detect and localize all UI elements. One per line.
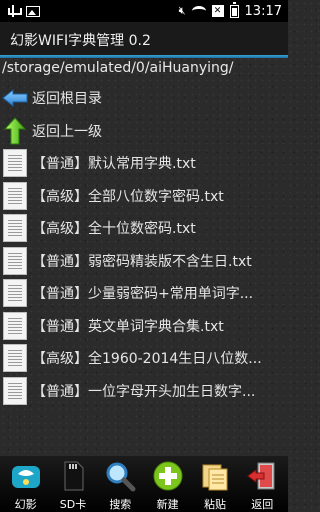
toolbar-back-label: 返回: [251, 498, 274, 511]
file-item[interactable]: 【普通】弱密码精装版不含生日.txt: [0, 245, 288, 278]
current-path: /storage/emulated/0/aiHuanying/: [2, 60, 234, 76]
text-file-icon: [0, 311, 30, 341]
file-item[interactable]: 【高级】全1960-2014生日八位数...: [0, 342, 288, 375]
file-name: 【普通】弱密码精装版不含生日.txt: [32, 253, 252, 270]
toolbar-app-button[interactable]: 幻影: [2, 456, 49, 512]
wifi-icon: [191, 6, 206, 16]
toolbar-new-label: 新建: [156, 498, 179, 511]
no-sim-icon: ✕: [211, 5, 224, 17]
file-name: 【普通】默认常用字典.txt: [32, 156, 196, 173]
text-file-icon: [0, 278, 30, 308]
app-icon: [9, 459, 43, 493]
toolbar-new-button[interactable]: 新建: [144, 456, 191, 512]
toolbar-paste-label: 粘贴: [203, 498, 226, 511]
sdcard-icon: [56, 459, 90, 493]
file-item[interactable]: 【普通】少量弱密码+常用单词字...: [0, 277, 288, 310]
battery-icon: [229, 1, 239, 18]
file-name: 【普通】少量弱密码+常用单词字...: [32, 286, 254, 303]
add-icon: [151, 459, 185, 493]
file-item[interactable]: 【高级】全部八位数字密码.txt: [0, 180, 288, 213]
text-file-icon: [0, 343, 30, 373]
toolbar-app-label: 幻影: [14, 498, 37, 511]
app-title: 幻影WIFI字典管理 0.2: [10, 33, 151, 49]
image-notification-icon: [26, 5, 40, 17]
file-list: 返回根目录 返回上一级 【普通】默认常用字典.txt 【高级】全部八位数字密码.…: [0, 82, 288, 407]
text-file-icon: [0, 246, 30, 276]
nav-root[interactable]: 返回根目录: [0, 82, 288, 115]
title-bar: 幻影WIFI字典管理 0.2: [0, 22, 288, 58]
text-file-icon: [0, 148, 30, 178]
file-item[interactable]: 【普通】默认常用字典.txt: [0, 147, 288, 180]
file-name: 【普通】英文单词字典合集.txt: [32, 318, 224, 335]
text-file-icon: [0, 376, 30, 406]
status-bar: 🔇︎ ✕ 13:17: [0, 0, 288, 22]
file-item[interactable]: 【普通】英文单词字典合集.txt: [0, 310, 288, 343]
file-name: 【高级】全十位数密码.txt: [32, 221, 196, 238]
file-name: 【高级】全1960-2014生日八位数...: [32, 351, 262, 368]
file-item[interactable]: 【普通】一位字母开头加生日数字...: [0, 375, 288, 408]
nav-root-label: 返回根目录: [32, 91, 102, 108]
text-file-icon: [0, 213, 30, 243]
exit-icon: [245, 459, 279, 493]
file-item[interactable]: 【高级】全十位数密码.txt: [0, 212, 288, 245]
toolbar-sdcard-label: SD卡: [59, 498, 87, 511]
nav-up[interactable]: 返回上一级: [0, 115, 288, 148]
arrow-left-icon: [0, 83, 30, 113]
nav-up-label: 返回上一级: [32, 123, 102, 140]
toolbar-sdcard-button[interactable]: SD卡: [49, 456, 96, 512]
toolbar-search-label: 搜索: [109, 498, 132, 511]
arrow-up-icon: [0, 116, 30, 146]
bottom-toolbar: 幻影 SD卡 搜索 新建 粘贴 返回: [0, 456, 288, 512]
file-name: 【高级】全部八位数字密码.txt: [32, 188, 224, 205]
file-name: 【普通】一位字母开头加生日数字...: [32, 383, 256, 400]
usb-icon: [6, 5, 22, 17]
clock: 13:17: [244, 3, 282, 19]
toolbar-search-button[interactable]: 搜索: [97, 456, 144, 512]
search-icon: [103, 459, 137, 493]
toolbar-back-button[interactable]: 返回: [239, 456, 286, 512]
silent-icon: 🔇︎: [178, 4, 186, 17]
paste-icon: [198, 459, 232, 493]
text-file-icon: [0, 181, 30, 211]
toolbar-paste-button[interactable]: 粘贴: [191, 456, 238, 512]
